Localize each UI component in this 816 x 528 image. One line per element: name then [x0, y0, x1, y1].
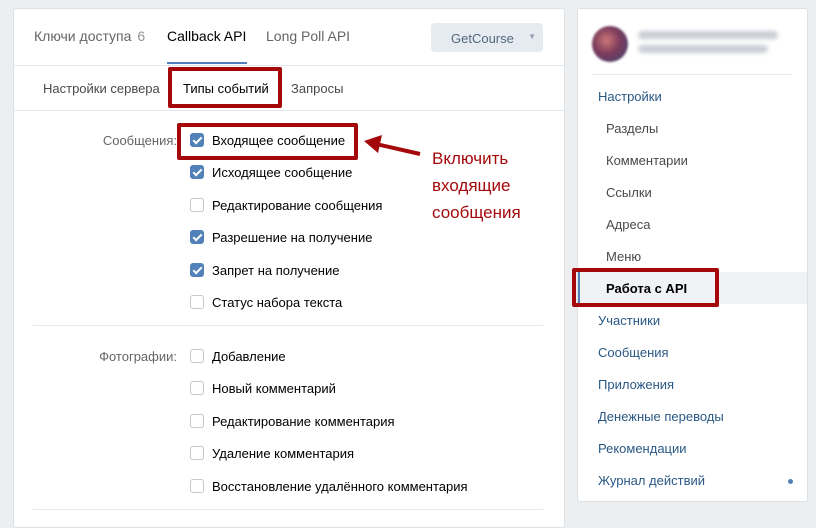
checkbox-row[interactable]: Новый комментарий — [190, 379, 336, 397]
section-divider — [33, 509, 543, 510]
community-avatar — [592, 26, 628, 62]
checkbox-row[interactable]: Исходящее сообщение — [190, 163, 352, 181]
tab-access-keys-count: 6 — [137, 28, 146, 44]
checkbox-label: Новый комментарий — [212, 380, 336, 396]
sidebar-sub-comments[interactable]: Комментарии — [606, 153, 688, 168]
checkbox-label: Исходящее сообщение — [212, 164, 353, 180]
annotation-line: сообщения — [432, 203, 521, 222]
sidebar: Настройки Разделы Комментарии Ссылки Адр… — [577, 8, 808, 502]
checkbox-label: Редактирование комментария — [212, 413, 395, 429]
sidebar-item-messages[interactable]: Сообщения — [598, 345, 669, 360]
checkbox-row[interactable]: Восстановление удалённого комментария — [190, 477, 468, 495]
sidebar-item-members[interactable]: Участники — [598, 313, 660, 328]
checkbox-label: Удаление комментария — [212, 445, 355, 461]
messages-section-label: Сообщения: — [102, 133, 177, 148]
annotation-line: входящие — [432, 176, 511, 195]
sidebar-sub-links[interactable]: Ссылки — [606, 185, 652, 200]
checkbox-label: Редактирование сообщения — [212, 197, 383, 213]
tab-long-poll-api[interactable]: Long Poll API — [266, 28, 350, 44]
server-select-value: GetCourse — [451, 31, 514, 46]
sidebar-sub-menu[interactable]: Меню — [606, 249, 641, 264]
highlight-api-work — [572, 268, 719, 307]
checkbox-label: Разрешение на получение — [212, 229, 373, 245]
subtab-requests[interactable]: Запросы — [291, 81, 343, 96]
checkbox-row[interactable]: Статус набора текста — [190, 293, 342, 311]
sidebar-item-settings[interactable]: Настройки — [598, 89, 662, 104]
photos-section-label: Фотографии: — [99, 349, 177, 364]
checkbox[interactable] — [190, 165, 204, 179]
tab-access-keys-label: Ключи доступа — [34, 28, 132, 44]
checkbox[interactable] — [190, 349, 204, 363]
checkbox[interactable] — [190, 263, 204, 277]
tab-access-keys[interactable]: Ключи доступа 6 — [34, 28, 145, 44]
checkbox[interactable] — [190, 295, 204, 309]
checkbox-row[interactable]: Редактирование сообщения — [190, 196, 382, 214]
checkbox-row[interactable]: Удаление комментария — [190, 444, 354, 462]
active-tab-underline — [167, 62, 247, 64]
checkbox-label: Добавление — [212, 348, 286, 364]
checkbox-row[interactable]: Добавление — [190, 347, 286, 365]
checkbox[interactable] — [190, 479, 204, 493]
notification-dot — [788, 479, 793, 484]
sidebar-item-action-log[interactable]: Журнал действий — [598, 473, 705, 488]
checkbox-label: Восстановление удалённого комментария — [212, 478, 468, 494]
subtab-server-settings[interactable]: Настройки сервера — [43, 81, 160, 96]
checkbox-label: Статус набора текста — [212, 294, 343, 310]
section-divider — [33, 325, 543, 326]
sidebar-divider — [592, 74, 792, 75]
community-name — [638, 45, 768, 53]
checkbox-row[interactable]: Редактирование комментария — [190, 412, 395, 430]
sidebar-sub-addresses[interactable]: Адреса — [606, 217, 650, 232]
checkbox[interactable] — [190, 230, 204, 244]
annotation-line: Включить — [432, 149, 509, 168]
annotation-text: Включить входящие сообщения — [432, 145, 521, 226]
checkbox[interactable] — [190, 446, 204, 460]
checkbox-label: Запрет на получение — [212, 262, 340, 278]
checkbox[interactable] — [190, 414, 204, 428]
checkbox-row[interactable]: Разрешение на получение — [190, 228, 372, 246]
community-name — [638, 31, 778, 39]
checkbox[interactable] — [190, 381, 204, 395]
checkbox-row[interactable]: Запрет на получение — [190, 261, 339, 279]
sidebar-sub-sections[interactable]: Разделы — [606, 121, 658, 136]
api-tabs: Ключи доступа 6 Callback API Long Poll AP… — [14, 9, 564, 66]
chevron-down-icon: ▼ — [528, 32, 536, 41]
tab-callback-api[interactable]: Callback API — [167, 28, 246, 44]
server-select[interactable]: GetCourse ▼ — [431, 23, 543, 52]
highlight-incoming-message — [177, 123, 358, 160]
arrow-icon — [364, 135, 421, 156]
sidebar-item-recommendations[interactable]: Рекомендации — [598, 441, 687, 456]
checkbox[interactable] — [190, 198, 204, 212]
sidebar-item-apps[interactable]: Приложения — [598, 377, 674, 392]
subtabs: Настройки сервера Типы событий Запросы — [14, 66, 564, 111]
highlight-event-types — [168, 67, 282, 108]
sidebar-item-money-transfers[interactable]: Денежные переводы — [598, 409, 724, 424]
